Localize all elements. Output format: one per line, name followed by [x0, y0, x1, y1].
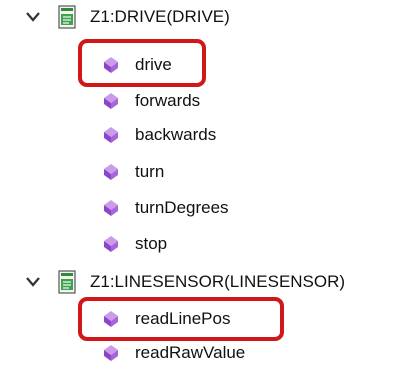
- tree-item-method-backwards[interactable]: backwards: [0, 120, 405, 150]
- tree-node-drive-class[interactable]: Z1:DRIVE(DRIVE): [0, 2, 405, 32]
- tree-item-method-stop[interactable]: stop: [0, 229, 405, 259]
- tree-item-method-forwards[interactable]: forwards: [0, 86, 405, 116]
- tree-item-label: readRawValue: [135, 343, 246, 362]
- tree-node-label: Z1:LINESENSOR(LINESENSOR): [90, 272, 346, 291]
- chevron-down-icon[interactable]: [24, 8, 42, 26]
- highlight-box: [78, 39, 206, 87]
- tree-node-label: Z1:DRIVE(DRIVE): [90, 7, 230, 26]
- method-icon: [102, 199, 120, 217]
- method-icon: [102, 92, 120, 110]
- tree-item-method-turndegrees[interactable]: turnDegrees: [0, 193, 405, 223]
- method-icon: [102, 344, 120, 362]
- tree-item-label: forwards: [135, 91, 201, 110]
- highlight-box: [78, 297, 284, 341]
- tree-item-method-readrawvalue[interactable]: readRawValue: [0, 338, 405, 368]
- tree-item-label: turn: [135, 162, 165, 181]
- chevron-down-icon[interactable]: [24, 273, 42, 291]
- tree-item-label: turnDegrees: [135, 198, 229, 217]
- method-icon: [102, 163, 120, 181]
- class-icon: [58, 270, 76, 294]
- class-icon: [58, 5, 76, 29]
- method-icon: [102, 235, 120, 253]
- method-icon: [102, 126, 120, 144]
- tree-item-label: backwards: [135, 125, 217, 144]
- tree-node-linesensor-class[interactable]: Z1:LINESENSOR(LINESENSOR): [0, 267, 405, 297]
- tree-item-method-turn[interactable]: turn: [0, 157, 405, 187]
- tree-item-label: stop: [135, 234, 168, 253]
